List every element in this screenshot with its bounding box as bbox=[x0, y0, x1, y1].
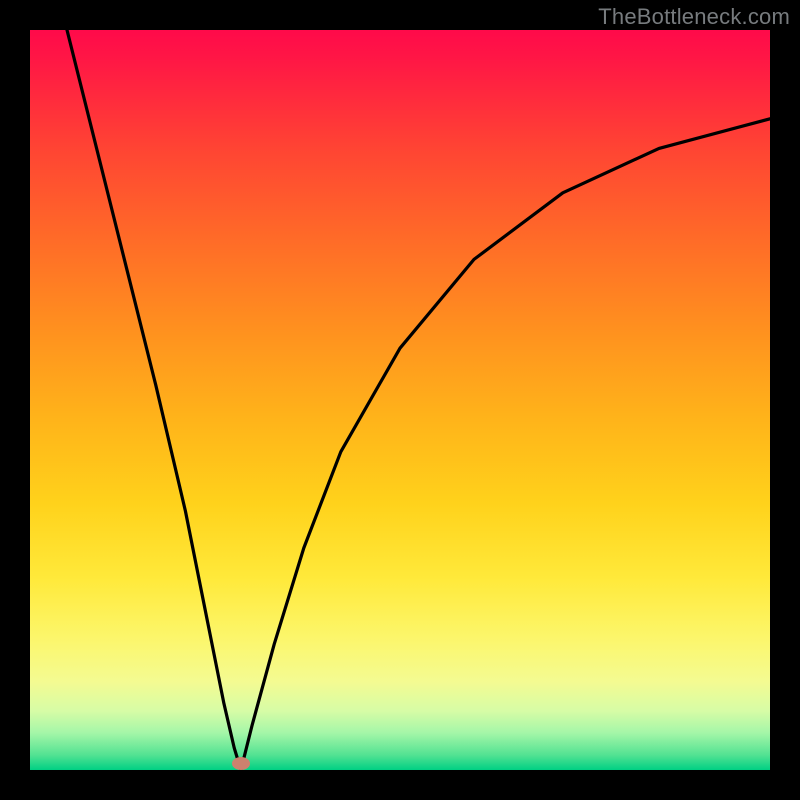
optimum-marker bbox=[232, 757, 250, 770]
watermark-text: TheBottleneck.com bbox=[598, 4, 790, 30]
bottleneck-curve bbox=[30, 30, 770, 770]
